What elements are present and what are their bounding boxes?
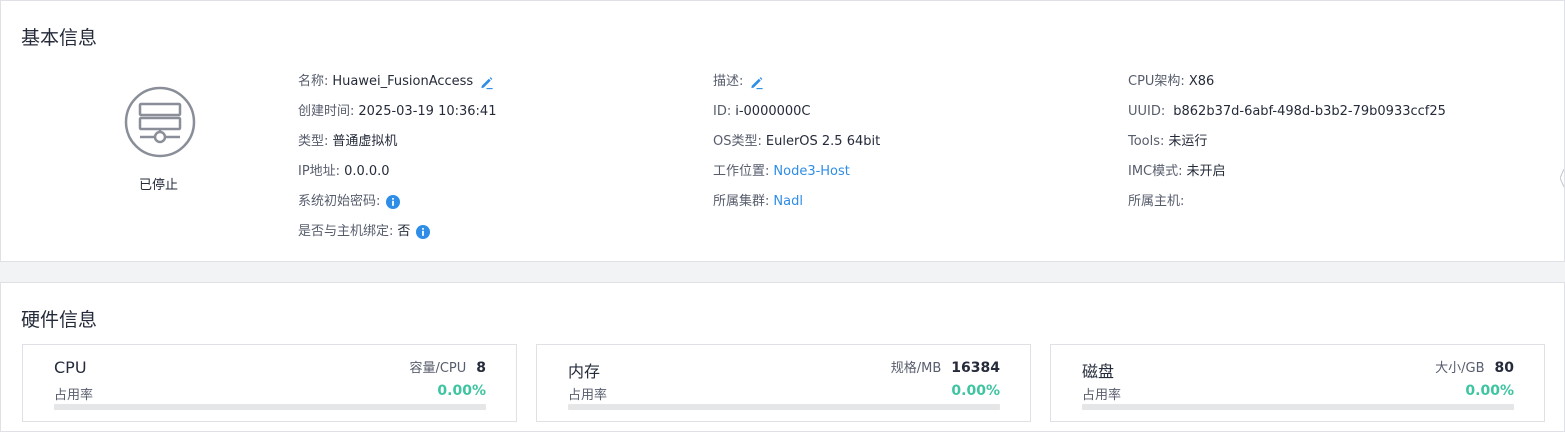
vm-status: 已停止: [139, 178, 179, 193]
vm-server-icon: [124, 86, 196, 158]
host-bind-label: 是否与主机绑定:: [298, 224, 394, 239]
cpu-arch-value: X86: [1188, 74, 1215, 89]
imc-label: IMC模式:: [1128, 164, 1183, 179]
hw-spec-label: 容量/CPU: [409, 361, 467, 376]
hw-usage-value: 0.00%: [1465, 383, 1514, 399]
hw-card-cpu: CPU 容量/CPU 8 占用率 0.00%: [22, 344, 517, 422]
hw-card-name: 内存: [568, 362, 601, 381]
info-column-2: 描述: ID: i-0000000C OS类型: EulerOS 2.5 64b…: [713, 67, 880, 217]
cluster-label: 所属集群:: [713, 194, 770, 209]
info-row-id: ID: i-0000000C: [713, 97, 880, 127]
tools-value: 未运行: [1168, 134, 1208, 149]
host-bind-value: 否: [397, 224, 411, 239]
uuid-value: b862b37d-6abf-498d-b3b2-79b0933ccf25: [1173, 104, 1446, 119]
type-label: 类型:: [298, 134, 329, 149]
hw-spec-value: 8: [476, 360, 486, 376]
info-row-cluster: 所属集群: Nadl: [713, 187, 880, 217]
info-row-location: 工作位置: Node3-Host: [713, 157, 880, 187]
info-row-created: 创建时间: 2025-03-19 10:36:41: [298, 97, 496, 127]
hw-card-spec: 规格/MB 16384: [891, 357, 1000, 376]
hw-spec-value: 80: [1494, 360, 1514, 376]
info-row-tools: Tools: 未运行: [1128, 127, 1446, 157]
type-value: 普通虚拟机: [332, 134, 398, 149]
hw-spec-value: 16384: [951, 360, 1000, 376]
hw-card-spec: 大小/GB 80: [1435, 357, 1514, 376]
info-row-host-bind: 是否与主机绑定: 否: [298, 217, 496, 247]
hw-usage-bar: [54, 404, 486, 410]
info-row-ip: IP地址: 0.0.0.0: [298, 157, 496, 187]
created-label: 创建时间:: [298, 104, 355, 119]
hw-usage-label: 占用率: [568, 388, 608, 403]
info-row-name: 名称: Huawei_FusionAccess: [298, 67, 496, 97]
description-label: 描述:: [713, 74, 744, 89]
password-label: 系统初始密码:: [298, 194, 381, 209]
basic-info-panel: 基本信息 已停止 名称: Huawei_FusionAccess 创建时间: 2…: [0, 0, 1565, 262]
info-row-password: 系统初始密码:: [298, 187, 496, 217]
name-label: 名称:: [298, 74, 329, 89]
location-link[interactable]: Node3-Host: [773, 162, 850, 182]
password-info-icon[interactable]: [386, 195, 401, 209]
info-row-description: 描述:: [713, 67, 880, 97]
cpu-arch-label: CPU架构:: [1128, 74, 1185, 89]
basic-info-title: 基本信息: [21, 27, 98, 49]
info-column-3: CPU架构: X86 UUID: b862b37d-6abf-498d-b3b2…: [1128, 67, 1446, 217]
hw-card-disk: 磁盘 大小/GB 80 占用率 0.00%: [1050, 344, 1545, 422]
ip-value: 0.0.0.0: [344, 164, 390, 179]
location-label: 工作位置:: [713, 164, 770, 179]
hw-spec-label: 规格/MB: [890, 361, 942, 376]
edit-description-icon[interactable]: [749, 75, 764, 90]
ip-label: IP地址:: [298, 164, 341, 179]
host-label: 所属主机:: [1128, 194, 1185, 209]
id-label: ID:: [713, 104, 732, 119]
hw-usage-label: 占用率: [1082, 388, 1122, 403]
collapse-handle-icon[interactable]: [1560, 169, 1564, 187]
host-bind-info-icon[interactable]: [416, 225, 431, 239]
hw-card-name: CPU: [54, 358, 87, 377]
os-label: OS类型:: [713, 134, 762, 149]
info-row-uuid: UUID: b862b37d-6abf-498d-b3b2-79b0933ccf…: [1128, 97, 1446, 127]
os-value: EulerOS 2.5 64bit: [765, 134, 881, 149]
info-column-1: 名称: Huawei_FusionAccess 创建时间: 2025-03-19…: [298, 67, 496, 247]
name-value: Huawei_FusionAccess: [332, 74, 474, 89]
info-row-type: 类型: 普通虚拟机: [298, 127, 496, 157]
hw-usage-label: 占用率: [54, 388, 94, 403]
hw-usage-value: 0.00%: [951, 383, 1000, 399]
info-row-host: 所属主机:: [1128, 187, 1446, 217]
edit-name-icon[interactable]: [479, 75, 494, 90]
info-row-cpu-arch: CPU架构: X86: [1128, 67, 1446, 97]
imc-value: 未开启: [1186, 164, 1226, 179]
hw-card-memory: 内存 规格/MB 16384 占用率 0.00%: [536, 344, 1031, 422]
cluster-link[interactable]: Nadl: [773, 192, 803, 212]
hw-usage-value: 0.00%: [437, 383, 486, 399]
hw-card-name: 磁盘: [1082, 362, 1115, 381]
created-value: 2025-03-19 10:36:41: [358, 104, 497, 119]
tools-label: Tools:: [1128, 134, 1165, 149]
uuid-label: UUID:: [1128, 104, 1166, 119]
info-row-imc: IMC模式: 未开启: [1128, 157, 1446, 187]
hw-usage-bar: [568, 404, 1000, 410]
info-row-os: OS类型: EulerOS 2.5 64bit: [713, 127, 880, 157]
hw-spec-label: 大小/GB: [1435, 361, 1485, 376]
hw-usage-bar: [1082, 404, 1514, 410]
hw-card-spec: 容量/CPU 8: [409, 357, 486, 376]
hardware-info-title: 硬件信息: [21, 309, 98, 331]
id-value: i-0000000C: [735, 104, 811, 119]
hardware-info-panel: 硬件信息 CPU 容量/CPU 8 占用率 0.00% 内存 规格/MB 163…: [0, 282, 1565, 432]
